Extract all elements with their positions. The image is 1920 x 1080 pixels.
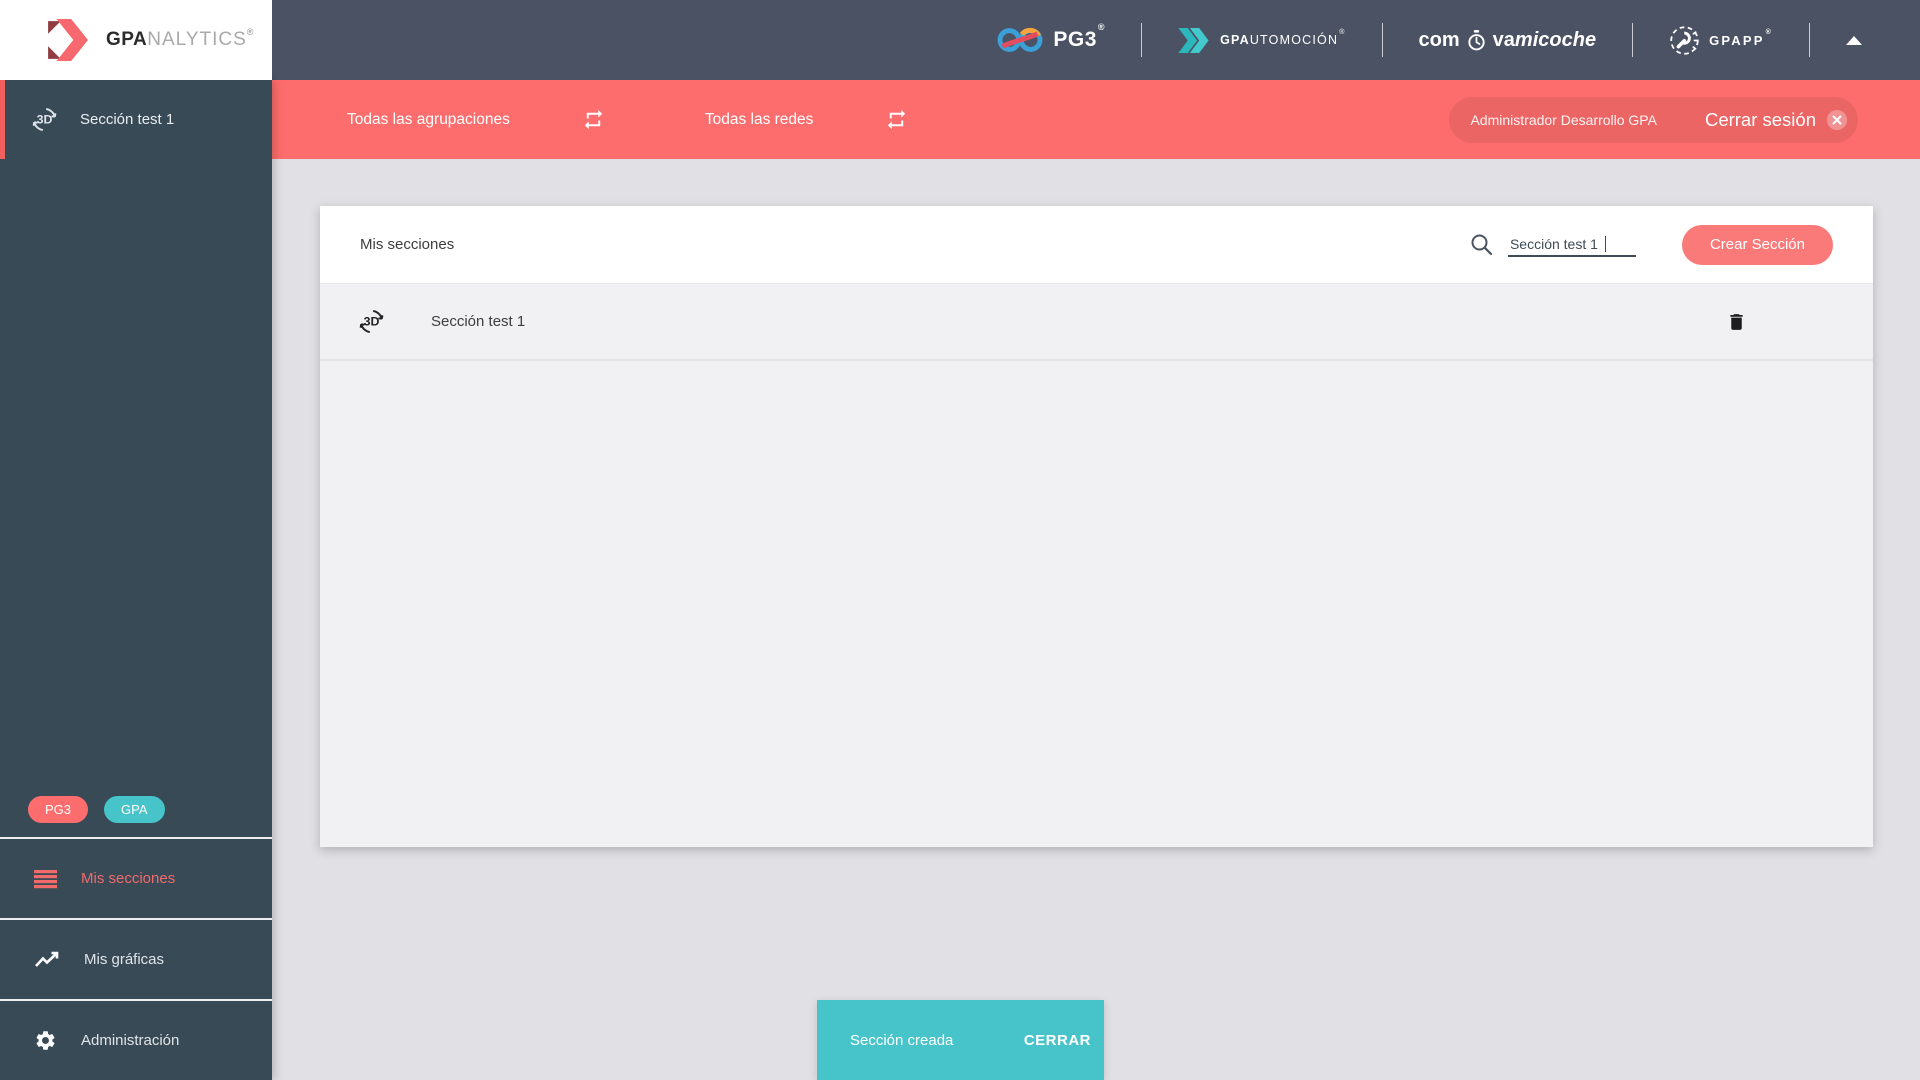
sidebar-item-label: Administración	[81, 1032, 180, 1049]
section-row-label: Sección test 1	[431, 313, 526, 330]
sections-card: Mis secciones Crear Sección 3D	[320, 206, 1873, 847]
gpautomocion-label: GPAUTOMOCIÓN®	[1220, 29, 1346, 47]
compravamicoche-label: com va micoche	[1418, 28, 1597, 52]
top-header: PG3® GPAUTOMOCIÓN® com va micoche GPAPP®	[272, 0, 1920, 80]
logo-wordmark: GPANALYTICS®	[106, 27, 254, 50]
card-header: Mis secciones Crear Sección	[320, 206, 1873, 284]
svg-text:3D: 3D	[37, 112, 53, 126]
networks-filter-label: Todas las redes	[704, 110, 814, 128]
sidebar-bottom: PG3 GPA Mis secciones Mis gráficas Admin…	[0, 796, 272, 1080]
brand-compravamicoche[interactable]: com va micoche	[1419, 29, 1597, 52]
gpautomocion-logo-icon	[1178, 27, 1210, 54]
header-divider	[1632, 23, 1634, 57]
section-row[interactable]: 3D Sección test 1	[320, 284, 1873, 361]
header-divider	[1141, 23, 1143, 57]
trash-icon[interactable]	[1726, 311, 1747, 333]
sidebar-item-seccion-test[interactable]: 3D Sección test 1	[0, 80, 272, 159]
gpa-badge[interactable]: GPA	[104, 796, 165, 823]
logout-close-icon[interactable]	[1826, 109, 1848, 131]
header-divider	[1381, 23, 1383, 57]
gpapp-logo-icon	[1669, 25, 1700, 56]
filter-bar: Todas las agrupaciones Todas las redes A…	[272, 80, 1920, 159]
gpapp-label: GPAPP®	[1709, 28, 1773, 48]
logout-button[interactable]: Cerrar sesión	[1705, 109, 1816, 131]
header-divider	[1809, 23, 1810, 57]
pg3-badge[interactable]: PG3	[28, 796, 89, 823]
sidebar-item-mis-secciones[interactable]: Mis secciones	[0, 837, 272, 918]
search-icon[interactable]	[1469, 232, 1494, 257]
user-name: Administrador Desarrollo GPA	[1470, 111, 1657, 128]
badge-row: PG3 GPA	[0, 796, 272, 837]
toast-snackbar: Sección creada CERRAR	[817, 1000, 1104, 1080]
gpanalytics-logo[interactable]: GPANALYTICS®	[0, 0, 272, 80]
brand-gpautomocion[interactable]: GPAUTOMOCIÓN®	[1178, 27, 1345, 54]
svg-text:3D: 3D	[364, 314, 380, 328]
groups-filter[interactable]: Todas las agrupaciones	[347, 108, 605, 131]
gpanalytics-logo-icon	[44, 19, 90, 61]
create-section-button[interactable]: Crear Sección	[1681, 224, 1833, 265]
swap-icon[interactable]	[849, 108, 908, 131]
sidebar: 3D Sección test 1 PG3 GPA Mis secciones …	[0, 80, 272, 1080]
rotate-3d-icon: 3D	[31, 106, 58, 133]
list-icon	[34, 869, 57, 889]
networks-filter[interactable]: Todas las redes	[705, 108, 909, 131]
sidebar-item-label: Mis secciones	[81, 870, 176, 887]
clock-icon	[1463, 29, 1490, 52]
sidebar-item-mis-graficas[interactable]: Mis gráficas	[0, 918, 272, 999]
groups-filter-label: Todas las agrupaciones	[347, 110, 510, 128]
brand-pg3[interactable]: PG3®	[997, 22, 1106, 55]
search-input[interactable]	[1507, 232, 1636, 257]
caret-up-icon[interactable]	[1846, 35, 1862, 45]
pg3-label: PG3®	[1053, 22, 1106, 51]
gear-icon	[34, 1029, 57, 1052]
rotate-3d-icon: 3D	[358, 308, 385, 335]
line-chart-icon	[34, 950, 60, 970]
sidebar-item-administracion[interactable]: Administración	[0, 999, 272, 1080]
sidebar-item-label: Sección test 1	[80, 111, 175, 128]
sidebar-item-label: Mis gráficas	[84, 951, 165, 968]
page-title: Mis secciones	[360, 236, 455, 253]
text-cursor	[1604, 235, 1606, 252]
pg3-logo-icon	[997, 25, 1043, 55]
toast-close-button[interactable]: CERRAR	[1024, 1032, 1104, 1049]
toast-message: Sección creada	[850, 1031, 954, 1049]
swap-icon[interactable]	[546, 108, 605, 131]
brand-gpapp[interactable]: GPAPP®	[1669, 25, 1773, 56]
user-session-pill: Administrador Desarrollo GPA Cerrar sesi…	[1449, 96, 1858, 143]
